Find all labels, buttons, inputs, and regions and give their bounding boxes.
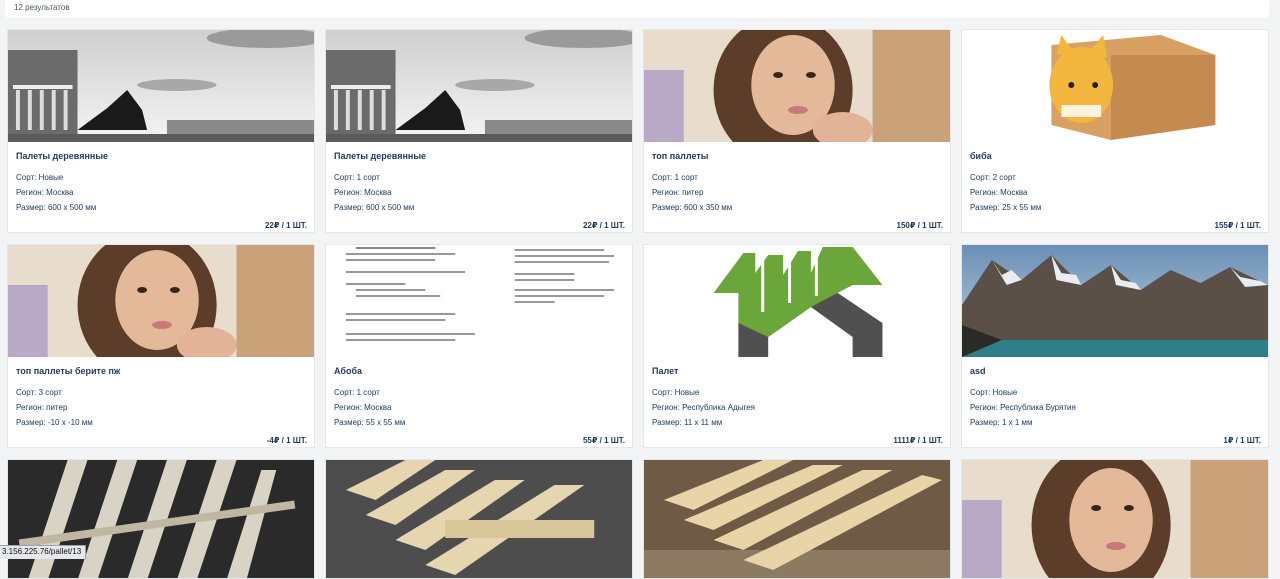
product-sort: Сорт: Новые bbox=[970, 388, 1018, 397]
product-region: Регион: Республика Бурятия bbox=[970, 403, 1076, 412]
product-title[interactable]: Абоба bbox=[334, 366, 362, 376]
product-sort: Сорт: 3 сорт bbox=[16, 388, 62, 397]
product-card[interactable]: топ паллеты берите пж Сорт: 3 сорт Регио… bbox=[7, 244, 315, 448]
product-title[interactable]: биба bbox=[970, 151, 992, 161]
product-card[interactable]: asd Сорт: Новые Регион: Республика Бурят… bbox=[961, 244, 1269, 448]
product-card[interactable]: биба Сорт: 2 сорт Регион: Москва Размер:… bbox=[961, 29, 1269, 233]
product-image[interactable] bbox=[326, 30, 632, 142]
results-bar: 12 результатов bbox=[5, 0, 1269, 18]
product-region: Регион: Москва bbox=[334, 188, 392, 197]
product-image[interactable] bbox=[962, 245, 1268, 357]
product-region: Регион: Москва bbox=[970, 188, 1028, 197]
product-size: Размер: 600 x 350 мм bbox=[652, 203, 733, 212]
product-size: Размер: 25 x 55 мм bbox=[970, 203, 1042, 212]
product-sort: Сорт: Новые bbox=[652, 388, 700, 397]
product-size: Размер: 55 x 55 мм bbox=[334, 418, 406, 427]
product-price: 150₽ / 1 ШТ. bbox=[896, 221, 944, 230]
product-title[interactable]: топ паллеты bbox=[652, 151, 708, 161]
product-image[interactable] bbox=[326, 245, 632, 357]
product-price: 155₽ / 1 ШТ. bbox=[1214, 221, 1262, 230]
product-sort: Сорт: 1 сорт bbox=[652, 173, 698, 182]
product-price: 55₽ / 1 ШТ. bbox=[582, 436, 625, 445]
product-sort: Сорт: Новые bbox=[16, 173, 64, 182]
product-image[interactable] bbox=[962, 30, 1268, 142]
link-status-bar: 3.156.225.76/pallet/13 bbox=[0, 545, 87, 559]
product-sort: Сорт: 2 сорт bbox=[970, 173, 1016, 182]
product-size: Размер: -10 x -10 мм bbox=[16, 418, 93, 427]
product-card[interactable]: топ паллеты Сорт: 1 сорт Регион: питер Р… bbox=[643, 29, 951, 233]
product-grid-row3 bbox=[7, 459, 1271, 579]
product-size: Размер: 600 x 500 мм bbox=[16, 203, 97, 212]
product-image[interactable] bbox=[8, 30, 314, 142]
product-card[interactable] bbox=[961, 459, 1269, 579]
product-price: 1₽ / 1 ШТ. bbox=[1223, 436, 1261, 445]
product-image[interactable] bbox=[326, 460, 632, 578]
product-card[interactable]: Палеты деревянные Сорт: Новые Регион: Мо… bbox=[7, 29, 315, 233]
product-price: -4₽ / 1 ШТ. bbox=[266, 436, 307, 445]
product-size: Размер: 1 x 1 мм bbox=[970, 418, 1033, 427]
product-image[interactable] bbox=[8, 245, 314, 357]
product-card[interactable]: Палет Сорт: Новые Регион: Республика Ады… bbox=[643, 244, 951, 448]
product-size: Размер: 600 x 500 мм bbox=[334, 203, 415, 212]
product-card[interactable] bbox=[7, 459, 315, 579]
product-grid: Палеты деревянные Сорт: Новые Регион: Мо… bbox=[7, 29, 1271, 448]
product-region: Регион: Москва bbox=[334, 403, 392, 412]
product-title[interactable]: Палеты деревянные bbox=[16, 151, 108, 161]
results-count: 12 результатов bbox=[14, 3, 70, 12]
product-sort: Сорт: 1 сорт bbox=[334, 388, 380, 397]
product-image[interactable] bbox=[644, 30, 950, 142]
product-image[interactable] bbox=[962, 460, 1268, 578]
product-sort: Сорт: 1 сорт bbox=[334, 173, 380, 182]
product-title[interactable]: Палет bbox=[652, 366, 678, 376]
product-image[interactable] bbox=[644, 460, 950, 578]
product-image[interactable] bbox=[8, 460, 314, 578]
product-price: 1111₽ / 1 ШТ. bbox=[893, 436, 943, 445]
product-size: Размер: 11 x 11 мм bbox=[652, 418, 723, 427]
product-card[interactable]: Абоба Сорт: 1 сорт Регион: Москва Размер… bbox=[325, 244, 633, 448]
product-title[interactable]: топ паллеты берите пж bbox=[16, 366, 120, 376]
product-card[interactable] bbox=[325, 459, 633, 579]
product-image[interactable] bbox=[644, 245, 950, 357]
product-title[interactable]: asd bbox=[970, 366, 986, 376]
product-title[interactable]: Палеты деревянные bbox=[334, 151, 426, 161]
product-region: Регион: Республика Адыгея bbox=[652, 403, 755, 412]
product-region: Регион: питер bbox=[652, 188, 704, 197]
product-card[interactable] bbox=[643, 459, 951, 579]
product-price: 22₽ / 1 ШТ. bbox=[264, 221, 307, 230]
product-price: 22₽ / 1 ШТ. bbox=[582, 221, 625, 230]
product-region: Регион: питер bbox=[16, 403, 68, 412]
product-region: Регион: Москва bbox=[16, 188, 74, 197]
product-card[interactable]: Палеты деревянные Сорт: 1 сорт Регион: М… bbox=[325, 29, 633, 233]
